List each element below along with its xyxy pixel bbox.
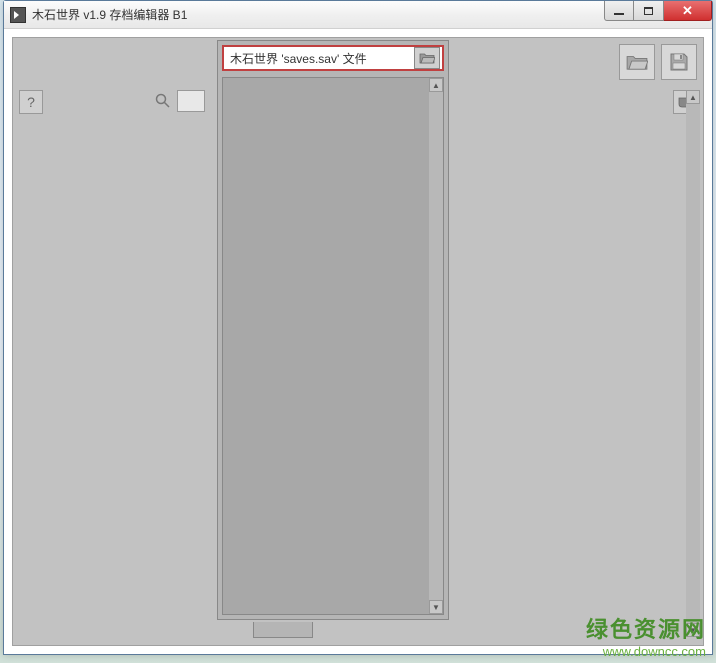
- main-scrollbar[interactable]: ▲ ▼: [686, 90, 700, 637]
- file-input-row: 木石世界 'saves.sav' 文件: [222, 45, 444, 71]
- file-path-input[interactable]: 木石世界 'saves.sav' 文件: [224, 50, 414, 67]
- bottom-tab[interactable]: [253, 622, 313, 638]
- window-title: 木石世界 v1.9 存档编辑器 B1: [32, 6, 187, 23]
- left-controls: ?: [19, 90, 43, 114]
- window-controls: ✕: [604, 1, 712, 21]
- app-icon: [10, 7, 26, 23]
- scroll-up-button[interactable]: ▲: [686, 90, 700, 104]
- app-window: 木石世界 v1.9 存档编辑器 B1 ✕: [3, 0, 713, 655]
- search-area: [153, 90, 205, 112]
- help-button[interactable]: ?: [19, 90, 43, 114]
- search-icon: [155, 93, 171, 109]
- center-panel: 木石世界 'saves.sav' 文件 ▲ ▼: [217, 40, 449, 620]
- titlebar[interactable]: 木石世界 v1.9 存档编辑器 B1 ✕: [4, 1, 712, 29]
- scroll-down-button[interactable]: ▼: [429, 600, 443, 614]
- scroll-up-button[interactable]: ▲: [429, 78, 443, 92]
- folder-icon: [419, 52, 435, 64]
- folder-icon: [626, 53, 648, 71]
- client-area: ? 木石世界 'saves.sav' 文件: [12, 37, 704, 646]
- list-scrollbar[interactable]: ▲ ▼: [429, 78, 443, 614]
- save-button[interactable]: [661, 44, 697, 80]
- scroll-down-button[interactable]: ▼: [686, 623, 700, 637]
- floppy-disk-icon: [669, 52, 689, 72]
- search-button[interactable]: [153, 91, 173, 111]
- minimize-button[interactable]: [604, 1, 634, 21]
- close-button[interactable]: ✕: [664, 1, 712, 21]
- browse-button[interactable]: [414, 47, 440, 69]
- toolbar-top: [619, 44, 697, 80]
- maximize-button[interactable]: [634, 1, 664, 21]
- save-list-area[interactable]: ▲ ▼: [222, 77, 444, 615]
- search-input[interactable]: [177, 90, 205, 112]
- open-folder-button[interactable]: [619, 44, 655, 80]
